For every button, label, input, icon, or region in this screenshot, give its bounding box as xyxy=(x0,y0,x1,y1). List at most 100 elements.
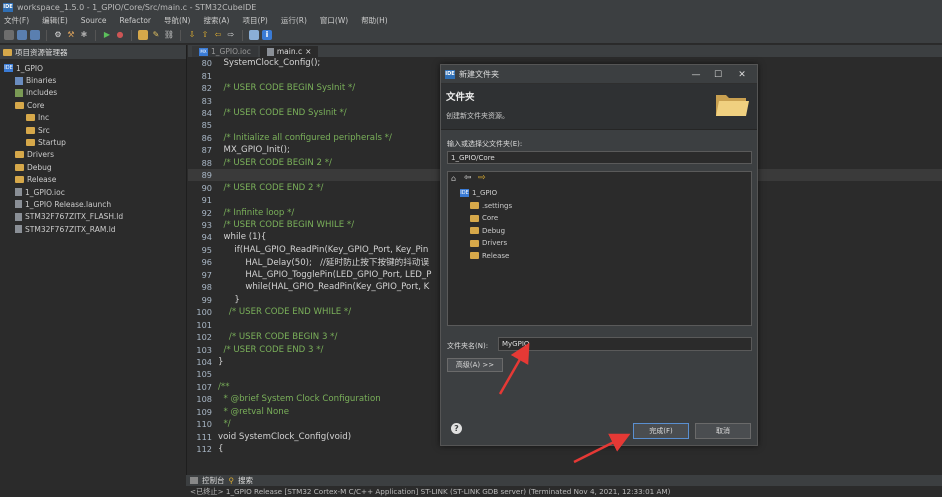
parent-folder-label: 输入或选择父文件夹(E): xyxy=(447,140,523,148)
code-text: } xyxy=(218,294,240,305)
tab-console[interactable]: 控制台 xyxy=(202,475,225,486)
minimize-icon[interactable]: — xyxy=(688,69,704,80)
file-icon xyxy=(15,200,22,209)
tree-item[interactable]: Binaries xyxy=(0,74,186,86)
next-annotation-icon[interactable]: ⇩ xyxy=(187,30,197,40)
forward-icon[interactable]: ⇨ xyxy=(226,30,236,40)
menu-item[interactable]: 帮助(H) xyxy=(361,15,388,26)
open-icon[interactable] xyxy=(138,30,148,40)
dialog-header: 文件夹 创建新文件夹资源。 xyxy=(441,84,757,130)
tree-item[interactable]: IDE 1_GPIO xyxy=(0,62,186,74)
close-icon[interactable]: × xyxy=(305,47,311,56)
folder-tree-item[interactable]: Core xyxy=(470,214,498,222)
task-icon[interactable] xyxy=(249,30,259,40)
close-dialog-icon[interactable]: ✕ xyxy=(734,69,750,80)
folder-tree-item-label: Debug xyxy=(482,226,506,235)
code-text: /* Initialize all configured peripherals… xyxy=(218,132,392,143)
project-explorer-label: 项目资源管理器 xyxy=(15,47,68,57)
project-explorer-tab[interactable]: 项目资源管理器 xyxy=(0,45,186,59)
code-text: /* USER CODE END SysInit */ xyxy=(218,107,347,118)
folder-tree-item[interactable]: IDE 1_GPIO xyxy=(460,189,497,197)
parent-folder-input[interactable]: 1_GPIO/Core xyxy=(447,151,752,164)
tree-item[interactable]: Debug xyxy=(0,161,186,173)
code-text: while (1){ xyxy=(218,232,267,243)
tab-main-c-label: main.c xyxy=(276,47,303,56)
folder-icon xyxy=(26,126,35,134)
maximize-icon[interactable]: ☐ xyxy=(710,69,726,80)
menu-item[interactable]: 窗口(W) xyxy=(320,15,348,26)
folder-icon xyxy=(26,114,35,122)
back-arrow-icon[interactable]: ⇦ xyxy=(464,173,472,183)
run-icon[interactable]: ▶ xyxy=(102,30,112,40)
line-number: 85 xyxy=(201,120,212,131)
code-text: /* USER CODE BEGIN SysInit */ xyxy=(218,83,356,94)
forward-arrow-icon[interactable]: ⇨ xyxy=(478,173,486,183)
tree-item[interactable]: Includes xyxy=(0,87,186,99)
line-number: 103 xyxy=(196,344,212,355)
new-icon[interactable] xyxy=(4,30,14,40)
tree-item-label: 1_GPIO xyxy=(16,63,43,73)
folder-tree-item-label: .settings xyxy=(482,201,513,210)
code-text: * @retval None xyxy=(218,406,289,417)
line-number: 94 xyxy=(201,232,212,243)
tree-item[interactable]: STM32F767ZITX_FLASH.ld xyxy=(0,211,186,223)
menu-item[interactable]: 项目(P) xyxy=(242,15,267,26)
folder-icon xyxy=(15,101,24,109)
menu-item[interactable]: Source xyxy=(81,16,107,25)
includes-icon xyxy=(15,88,23,97)
link-icon[interactable]: ⛓ xyxy=(164,30,174,40)
menu-item[interactable]: 运行(R) xyxy=(281,15,307,26)
folder-tree[interactable]: ⌂ ⇦ ⇨ IDE 1_GPIO .settings Core Debug Drivers… xyxy=(447,171,752,326)
tree-item[interactable]: STM32F767ZITX_RAM.ld xyxy=(0,223,186,235)
line-number: 86 xyxy=(201,132,212,143)
line-number: 107 xyxy=(196,381,212,392)
prev-annotation-icon[interactable]: ⇧ xyxy=(200,30,210,40)
folder-tree-item[interactable]: Drivers xyxy=(470,239,507,247)
finish-button[interactable]: 完成(F) xyxy=(633,423,689,439)
settings-icon[interactable]: ⚙ xyxy=(53,30,63,40)
debug-icon[interactable]: ✱ xyxy=(79,30,89,40)
tree-item[interactable]: 1_GPIO.ioc xyxy=(0,186,186,198)
line-number: 91 xyxy=(201,195,212,206)
folder-tree-item[interactable]: Release xyxy=(470,252,509,260)
back-icon[interactable]: ⇦ xyxy=(213,30,223,40)
info-icon[interactable]: i xyxy=(262,30,272,40)
tree-item[interactable]: Inc xyxy=(0,112,186,124)
tab-search[interactable]: 搜索 xyxy=(238,475,253,486)
tab-ioc[interactable]: MX 1_GPIO.ioc xyxy=(192,46,258,57)
external-tools-icon[interactable]: ● xyxy=(115,30,125,40)
c-file-icon xyxy=(266,47,274,56)
tab-main-c[interactable]: main.c × xyxy=(259,46,319,57)
tab-ioc-label: 1_GPIO.ioc xyxy=(211,47,251,56)
folder-name-input[interactable]: MyGPIO xyxy=(498,337,752,351)
tree-item[interactable]: Drivers xyxy=(0,149,186,161)
help-icon[interactable]: ? xyxy=(451,423,462,434)
toolbar: ⚙ ⚒ ✱ ▶ ● ✎ ⛓ ⇩ ⇧ ⇦ ⇨ i xyxy=(0,27,942,44)
pen-icon[interactable]: ✎ xyxy=(151,30,161,40)
line-number: 89 xyxy=(201,170,212,181)
tree-item[interactable]: Src xyxy=(0,124,186,136)
save-icon[interactable] xyxy=(17,30,27,40)
menu-item[interactable]: 编辑(E) xyxy=(42,15,68,26)
code-text: /* USER CODE BEGIN WHILE */ xyxy=(218,220,355,231)
tree-item[interactable]: Core xyxy=(0,99,186,111)
window-title: workspace_1.5.0 - 1_GPIO/Core/Src/main.c… xyxy=(17,2,257,12)
menu-item[interactable]: 导航(N) xyxy=(164,15,190,26)
tree-item[interactable]: Release xyxy=(0,174,186,186)
cancel-button[interactable]: 取消 xyxy=(695,423,751,439)
tree-item-label: 1_GPIO Release.launch xyxy=(25,199,112,209)
advanced-button[interactable]: 高级(A) >> xyxy=(447,358,503,372)
folder-tree-item[interactable]: .settings xyxy=(470,202,512,210)
folder-icon xyxy=(15,151,24,159)
save-all-icon[interactable] xyxy=(30,30,40,40)
tree-item[interactable]: Startup xyxy=(0,136,186,148)
menu-item[interactable]: 文件(F) xyxy=(4,15,29,26)
menu-item[interactable]: 搜索(A) xyxy=(203,15,229,26)
menu-item[interactable]: Refactor xyxy=(120,16,151,25)
new-folder-dialog: IDE 新建文件夹 — ☐ ✕ 文件夹 创建新文件夹资源。 输入或选择父文件夹(… xyxy=(440,64,758,446)
home-icon[interactable]: ⌂ xyxy=(451,174,456,183)
folder-tree-item[interactable]: Debug xyxy=(470,227,505,235)
build-icon[interactable]: ⚒ xyxy=(66,30,76,40)
bottom-panel: 控制台 ⚲ 搜索 <已终止> 1_GPIO Release [STM32 Cor… xyxy=(186,475,942,497)
tree-item[interactable]: 1_GPIO Release.launch xyxy=(0,198,186,210)
